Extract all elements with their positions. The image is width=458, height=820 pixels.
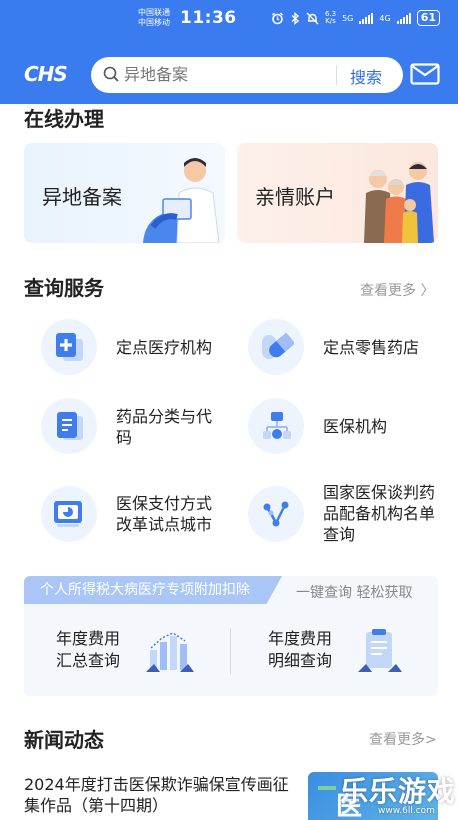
mail-icon[interactable] [410, 63, 440, 85]
search-icon [103, 66, 119, 82]
tax-tagline: 一键查询 轻松获取 [296, 585, 413, 601]
service-item-retail-pharmacy[interactable]: 定点零售药店 [248, 319, 438, 377]
clipboard-icon [358, 629, 402, 672]
tax-item-line1: 年度费用 [268, 629, 333, 648]
carrier-info: 中国联通 中国移动 [138, 8, 170, 28]
doctor-illustration-icon [143, 158, 220, 243]
battery-indicator: 61 [416, 10, 440, 26]
news-thumb-stripe [318, 786, 336, 790]
card-remote-filing[interactable]: 异地备案 [24, 143, 225, 243]
carrier-2: 中国移动 [138, 18, 170, 27]
pie-chart-icon [54, 501, 82, 527]
bluetooth-icon [291, 11, 300, 25]
service-label: 药品分类与代码 [116, 407, 213, 447]
watermark-text: 乐乐游戏 [340, 775, 457, 808]
tax-deduction-panel: 个人所得税大病医疗专项附加扣除 一键查询 轻松获取 年度费用 汇总查询 年度费用… [24, 576, 438, 696]
service-item-drug-classification[interactable]: 药品分类与代码 [41, 398, 231, 456]
pill-icon [262, 332, 294, 359]
status-time: 11:36 [180, 8, 237, 28]
search-button[interactable]: 搜索 [350, 64, 382, 88]
family-illustration-icon [364, 162, 434, 243]
annual-summary-query[interactable]: 年度费用 汇总查询 [54, 626, 204, 676]
service-label: 医保支付方式改革试点城市 [116, 494, 213, 534]
section-title-online: 在线办理 [24, 107, 104, 131]
signal-icon-2 [396, 12, 411, 24]
chs-logo: CHS [24, 62, 68, 86]
tax-item-line1: 年度费用 [56, 629, 121, 648]
service-label: 医保机构 [323, 417, 388, 436]
tax-divider [230, 628, 231, 674]
search-input[interactable] [124, 65, 324, 84]
query-more-link[interactable]: 查看更多 〉 [360, 280, 434, 300]
speed-unit: K/s [325, 17, 336, 25]
app-header: 中国联通 中国移动 11:36 6.3 K/s 5G 4G 61 CHS 搜索 [0, 0, 458, 104]
card-label-remote-filing: 异地备案 [42, 185, 122, 209]
service-label: 定点医疗机构 [116, 338, 213, 357]
document-icon [57, 412, 83, 440]
status-bar: 中国联通 中国移动 11:36 6.3 K/s 5G 4G 61 [0, 6, 458, 32]
card-label-family-account: 亲情账户 [255, 185, 335, 209]
search-divider [336, 65, 337, 85]
carrier-1: 中国联通 [138, 8, 170, 17]
service-label: 国家医保谈判药品配备机构名单查询 [323, 483, 436, 544]
news-more-link[interactable]: 查看更多> [369, 729, 437, 749]
annual-detail-query[interactable]: 年度费用 明细查询 [266, 626, 416, 676]
signal-icon-1 [359, 12, 374, 24]
net-label-1: 5G [342, 13, 354, 23]
net-speed: 6.3 K/s [325, 11, 336, 25]
service-item-medical-institution[interactable]: 定点医疗机构 [41, 319, 231, 377]
service-item-payment-reform[interactable]: 医保支付方式改革试点城市 [41, 486, 231, 544]
news-item-title[interactable]: 2024年度打击医保欺诈骗保宣传画征集作品（第十四期） [24, 774, 304, 816]
net-label-2: 4G [379, 13, 391, 23]
org-chart-icon [263, 412, 291, 439]
tax-item-line2: 明细查询 [268, 651, 333, 670]
network-icon [263, 501, 289, 527]
section-title-news: 新闻动态 [24, 728, 104, 752]
bar-chart-icon [146, 632, 194, 672]
alarm-icon [271, 12, 283, 24]
watermark-url: www.6ll.com [378, 806, 435, 816]
tax-item-line2: 汇总查询 [56, 651, 121, 670]
section-title-query: 查询服务 [24, 276, 104, 300]
hospital-cross-icon [56, 333, 83, 361]
service-item-negotiated-drugs[interactable]: 国家医保谈判药品配备机构名单查询 [248, 483, 438, 544]
card-family-account[interactable]: 亲情账户 [237, 143, 438, 243]
mute-bell-icon [306, 12, 319, 24]
service-item-insurance-agency[interactable]: 医保机构 [248, 398, 438, 456]
service-label: 定点零售药店 [323, 338, 420, 357]
tax-banner: 个人所得税大病医疗专项附加扣除 [24, 576, 282, 604]
system-icons: 6.3 K/s 5G 4G 61 [271, 10, 440, 26]
search-bar[interactable]: 搜索 [91, 57, 403, 93]
